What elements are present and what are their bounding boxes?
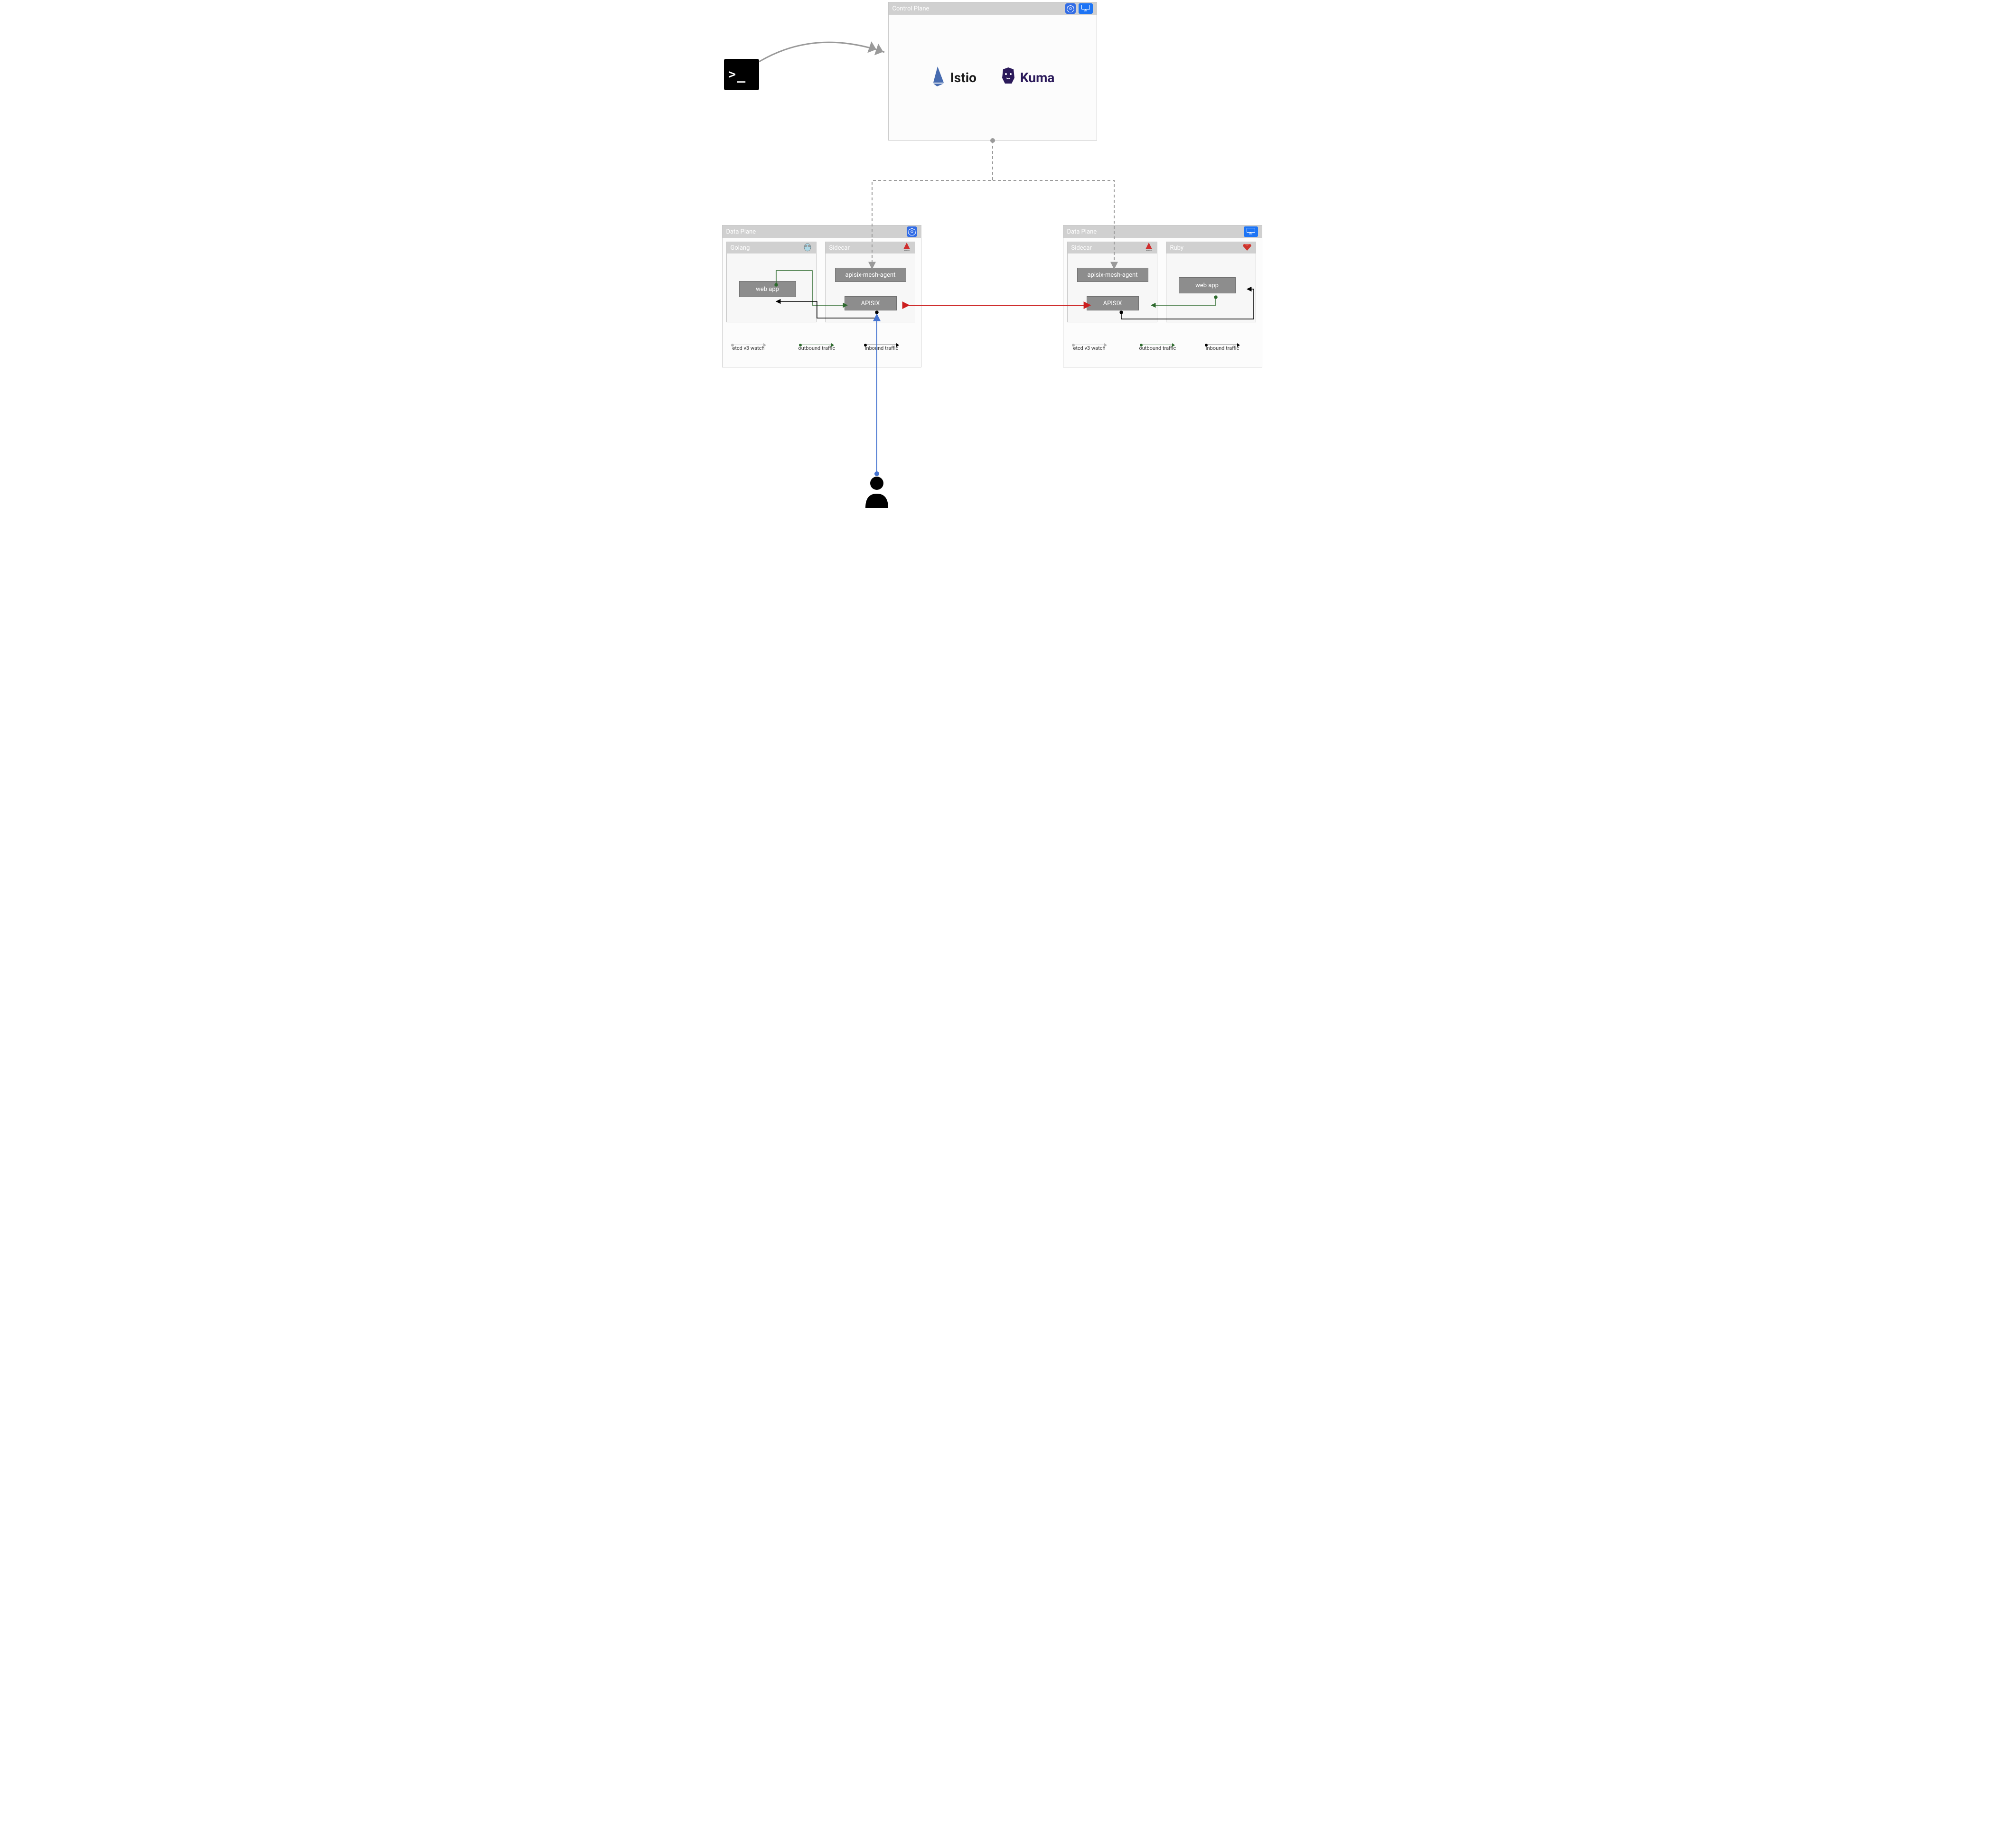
user-icon [863,475,891,510]
kuma-label: Kuma [1020,70,1054,85]
legend-inbound-left: Inbound traffic [865,345,899,351]
kuma-brand: Kuma [1000,67,1054,88]
kubernetes-icon [907,226,917,237]
sidecar-right-subpanel: Sidecar APISIX apisix-mesh-agent APISIX [1067,242,1157,322]
apisix-mesh-agent-left-box: apisix-mesh-agent [835,268,906,282]
sidecar-left-subpanel: Sidecar APISIX apisix-mesh-agent APISIX [825,242,915,322]
svg-text:APISIX: APISIX [903,249,910,252]
control-plane-header: Control Plane VM [889,2,1097,15]
apisix-icon: APISIX [902,242,911,253]
apisix-icon: APISIX [1145,242,1153,253]
vm-icon: VM [1244,226,1258,237]
data-plane-left-panel: Data Plane Golang [722,225,921,367]
golang-title: Golang [731,244,750,252]
apisix-left-box: APISIX [845,296,897,310]
golang-subpanel: Golang web app [726,242,817,322]
legend-inbound-right: Inbound traffic [1206,345,1239,351]
golang-gopher-icon [803,242,812,253]
control-plane-panel: Control Plane VM [888,2,1097,141]
sidecar-left-title: Sidecar [829,244,850,252]
legend-etcd-right: etcd v3 watch [1073,345,1106,351]
data-plane-right-title: Data Plane [1067,228,1097,235]
data-plane-right-panel: Data Plane VM Sidecar APISIX [1063,225,1262,367]
legend-outbound-left: outbound traffic [798,345,836,351]
legend-outbound-right: outbound traffic [1139,345,1176,351]
kuma-bear-icon [1000,67,1016,88]
data-plane-left-title: Data Plane [726,228,756,235]
vm-icon: VM [1079,3,1093,14]
ruby-subpanel: Ruby web app [1166,242,1256,322]
ruby-icon [1242,243,1252,253]
kubernetes-icon [1065,3,1076,14]
arrow-terminal-to-control-plane [759,42,884,62]
istio-sail-icon [930,66,947,90]
apisix-right-box: APISIX [1087,296,1139,310]
istio-brand: Istio [930,66,977,90]
control-plane-title: Control Plane [892,5,930,12]
svg-text:APISIX: APISIX [1146,249,1152,252]
terminal-icon: >_ [724,59,759,90]
control-plane-body: Istio Kuma [889,15,1097,140]
ruby-web-app-box: web app [1179,277,1236,293]
sidecar-right-title: Sidecar [1071,244,1092,252]
golang-web-app-box: web app [739,281,796,297]
data-plane-left-header: Data Plane [723,225,921,238]
ruby-title: Ruby [1170,244,1184,252]
apisix-mesh-agent-right-box: apisix-mesh-agent [1077,268,1148,282]
istio-label: Istio [950,70,977,85]
data-plane-right-header: Data Plane VM [1063,225,1262,238]
legend-etcd-left: etcd v3 watch [732,345,765,351]
diagram-canvas: >_ Control Plane VM [720,0,1280,517]
